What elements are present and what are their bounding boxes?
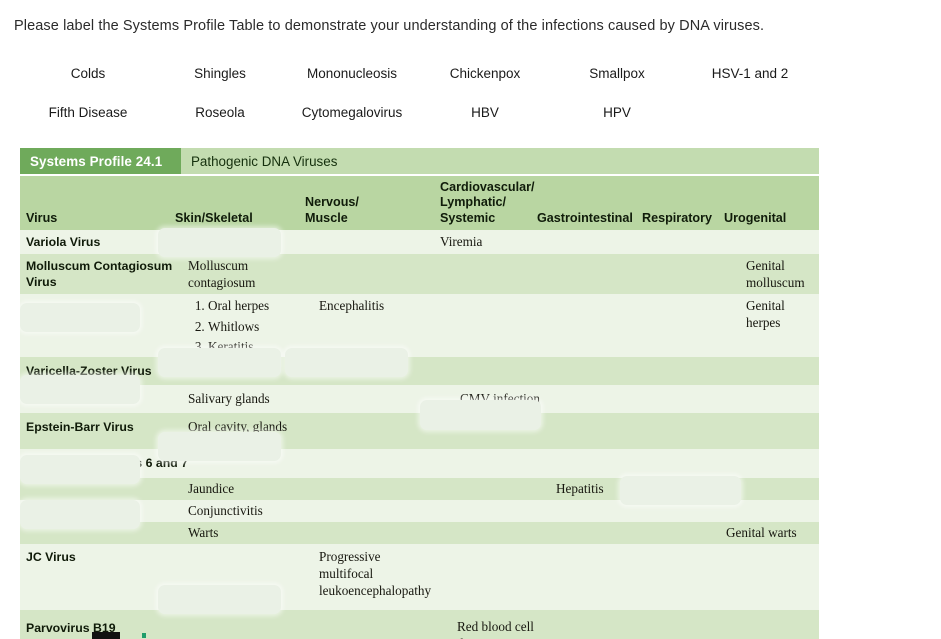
page-root: Please label the Systems Profile Table t… [0,0,941,639]
answer-hhv6-skin[interactable] [158,432,281,461]
word-bank: Colds Shingles Mononucleosis Chickenpox Smal… [0,66,941,136]
answer-vzv-skin[interactable] [158,348,281,377]
table-cell: Genital molluscum [746,258,805,290]
answer-variola-skin[interactable] [158,228,281,257]
answer-cmv-virus[interactable] [20,375,140,404]
word-bank-item[interactable]: Shingles [194,66,246,81]
page-title: Please label the Systems Profile Table t… [14,18,765,34]
table-cell: Warts [188,525,219,540]
word-bank-item[interactable]: HBV [471,105,499,120]
table-cell: Molluscum contagiosum [188,258,256,290]
column-header: Skin/Skeletal [175,210,253,225]
word-bank-item[interactable]: Cytomegalovirus [302,105,403,120]
answer-vzv-nervous[interactable] [285,348,408,377]
word-bank-item[interactable]: Chickenpox [450,66,521,81]
table-cell: Salivary glands [188,391,270,406]
table-cell: Conjunctivitis [188,503,263,518]
column-header: Respiratory [642,210,712,225]
table-title-bar: Systems Profile 24.1 Pathogenic DNA Viru… [20,148,819,174]
word-bank-item[interactable]: HPV [603,105,631,120]
table-cell: Viremia [440,234,483,249]
table-row: JC Virus Progressive multifocal leukoence… [20,544,819,610]
word-bank-item[interactable]: Fifth Disease [49,105,128,120]
answer-hpv-virus[interactable] [20,500,140,529]
column-header: Nervous/ Muscle [305,195,359,225]
table-header-row: Virus Skin/Skeletal Nervous/ Muscle Cardiov… [20,176,819,230]
table-cell: Encephalitis [319,298,385,313]
table-body: Variola Virus Viremia Molluscum Contagiosu… [20,230,819,639]
answer-adenovirus-resp[interactable] [620,476,741,505]
column-header: Cardiovascular/ Lymphatic/ Systemic [440,179,535,225]
word-bank-item[interactable]: Colds [71,66,106,81]
column-header: Gastrointestinal [537,210,633,225]
artifact-dot [142,633,146,638]
answer-hsv-virus[interactable] [20,303,140,332]
list-item: Whitlows [208,317,269,338]
answer-ebv-systemic[interactable] [420,400,541,430]
word-bank-item[interactable]: Roseola [195,105,245,120]
table-cell: Red blood cell damage [457,619,534,639]
virus-name-cell: Variola Virus [26,235,101,249]
table-cell: Genital herpes [746,298,785,330]
table-cell: Hepatitis [556,481,604,496]
answer-hbv-virus[interactable] [20,455,140,484]
column-header: Virus [26,210,58,225]
virus-name-cell: Molluscum Contagiosum Virus [26,259,173,289]
table-cell: Jaundice [188,481,235,496]
table-row: Variola Virus Viremia [20,230,819,254]
answer-parvovirus-skin[interactable] [158,585,281,614]
table-cell: Progressive multifocal leukoencephalopat… [319,549,432,598]
table-row: Warts Genital warts [20,522,819,544]
word-bank-item[interactable]: Mononucleosis [307,66,397,81]
word-bank-item[interactable]: Smallpox [589,66,645,81]
table-row: Molluscum Contagiosum Virus Molluscum con… [20,254,819,294]
table-tag: Systems Profile 24.1 [20,148,181,174]
column-header: Urogenital [724,210,787,225]
virus-name-cell: Epstein-Barr Virus [26,420,134,434]
table-cell: Genital warts [726,525,797,540]
page-bottom-artifact [14,630,214,639]
table-title: Pathogenic DNA Viruses [191,153,338,169]
virus-name-cell: JC Virus [26,550,76,564]
list-item: Oral herpes [208,296,269,317]
word-bank-item[interactable]: HSV-1 and 2 [712,66,789,81]
artifact-block [92,632,120,639]
